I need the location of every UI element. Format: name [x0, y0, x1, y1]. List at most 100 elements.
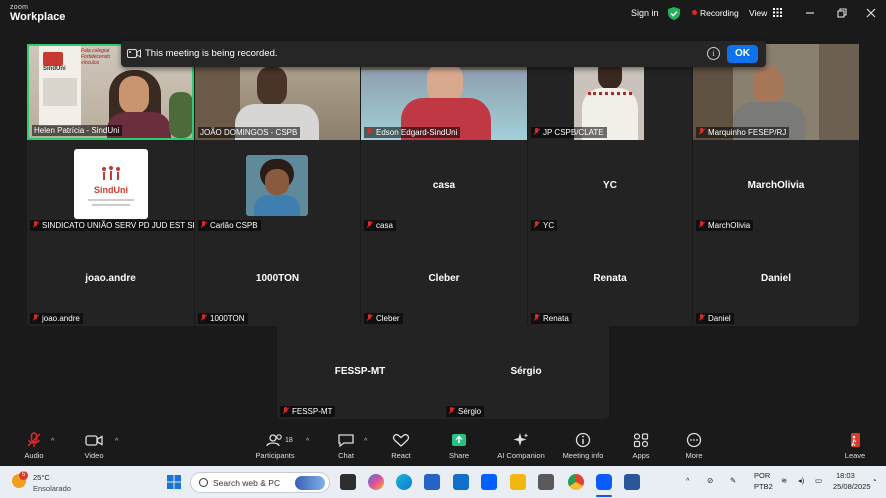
close-icon[interactable]: [864, 6, 878, 20]
participant-tile-carlao[interactable]: Carlão CSPB: [195, 140, 360, 233]
app-icon[interactable]: [538, 474, 554, 490]
participants-caret-icon[interactable]: ^: [306, 438, 309, 445]
apps-button[interactable]: Apps: [630, 432, 652, 460]
poster-brand: SindUni: [43, 66, 66, 72]
participant-tile-cleber[interactable]: Cleber Cleber: [361, 233, 527, 326]
zoom-app-icon[interactable]: [596, 474, 612, 490]
edge-browser-icon[interactable]: [396, 474, 412, 490]
view-label: View: [749, 8, 768, 18]
poster-photo: [43, 78, 77, 106]
video-camera-icon: [85, 435, 103, 446]
participant-name: Sérgio: [458, 407, 482, 416]
file-explorer-icon[interactable]: [510, 474, 526, 490]
participant-name-label: SINDICATO UNIÃO SERV PD JUD EST SP: [30, 220, 194, 231]
avatar-fine-print-2: [92, 204, 130, 206]
weather-temperature: 25°C: [33, 473, 50, 482]
participant-tile-1000ton[interactable]: 1000TON 1000TON: [195, 233, 360, 326]
shield-check-icon[interactable]: [668, 7, 680, 20]
participant-name-label: Carlão CSPB: [198, 220, 261, 231]
participant-name: SINDICATO UNIÃO SERV PD JUD EST SP: [42, 221, 194, 230]
audio-options-caret-icon[interactable]: ^: [51, 438, 54, 445]
restore-icon[interactable]: [835, 6, 849, 20]
tray-overflow-icon[interactable]: ^: [686, 476, 690, 485]
search-highlight-image: [295, 476, 325, 490]
zoom-workplace-logo: zoom Workplace: [10, 4, 65, 23]
sinduni-banner-poster: SindUni: [39, 46, 81, 126]
clock-date[interactable]: 25/08/2025: [833, 482, 871, 491]
pen-icon[interactable]: ✎: [730, 476, 736, 485]
network-off-icon[interactable]: ⊘: [707, 476, 713, 485]
mic-muted-icon: [366, 128, 373, 136]
heart-icon: [392, 434, 410, 447]
view-button[interactable]: View: [749, 8, 782, 18]
participants-label: Participants: [255, 451, 295, 460]
participant-display-name: joao.andre: [85, 273, 136, 284]
sign-in-button[interactable]: Sign in: [631, 8, 659, 18]
participant-tile-fessp-mt[interactable]: FESSP-MT FESSP-MT: [277, 326, 443, 419]
person-face: [119, 76, 149, 114]
mic-muted-icon: [698, 314, 705, 322]
participant-name-label: MarchOlivia: [696, 220, 754, 231]
taskbar-search-box[interactable]: Search web & PC: [190, 472, 330, 493]
chrome-icon[interactable]: [568, 474, 584, 490]
react-button[interactable]: React: [390, 432, 412, 460]
participants-count: 18: [285, 437, 293, 444]
mic-muted-icon: [200, 221, 207, 229]
brand-name: Workplace: [10, 11, 66, 23]
audio-button[interactable]: Audio: [20, 432, 48, 460]
participant-name-label: 1000TON: [198, 313, 248, 324]
recording-indicator[interactable]: Recording: [692, 8, 739, 18]
meeting-info-button[interactable]: Meeting info: [560, 432, 606, 460]
more-button[interactable]: More: [683, 432, 705, 460]
mic-muted-icon: [698, 128, 705, 136]
participant-tile-casa[interactable]: casa casa: [361, 140, 527, 233]
wifi-icon[interactable]: ≋: [781, 476, 787, 485]
mic-muted-icon: [366, 221, 373, 229]
weather-badge: 5: [19, 471, 28, 480]
notification-bell-icon[interactable]: ◔: [872, 476, 877, 485]
mail-icon[interactable]: [453, 474, 469, 490]
share-label: Share: [448, 451, 469, 460]
language-indicator[interactable]: POR: [754, 471, 770, 480]
chat-button[interactable]: Chat: [335, 432, 357, 460]
participant-tile-yc[interactable]: YC YC: [528, 140, 692, 233]
battery-icon[interactable]: ▭: [815, 476, 822, 485]
video-label: Video: [84, 451, 104, 460]
apps-grid-icon: [633, 433, 649, 448]
windows-start-icon[interactable]: [167, 475, 181, 489]
chat-caret-icon[interactable]: ^: [364, 438, 367, 445]
keyboard-layout-indicator[interactable]: PTB2: [754, 482, 773, 491]
participant-name-label: Sérgio: [446, 406, 485, 417]
participant-name: YC: [543, 221, 555, 230]
sinduni-logo-icon: [102, 166, 120, 180]
avatar-shirt: [254, 195, 300, 216]
ai-companion-button[interactable]: AI Companion: [494, 432, 548, 460]
word-icon[interactable]: [624, 474, 640, 490]
participant-tile-sergio[interactable]: Sérgio Sérgio: [443, 326, 609, 419]
mic-muted-icon: [533, 221, 540, 229]
info-icon[interactable]: i: [707, 47, 720, 60]
participant-tile-sindicato[interactable]: SindUni SINDICATO UNIÃO SERV PD JUD EST …: [27, 140, 194, 233]
participant-display-name: casa: [432, 180, 456, 191]
share-button[interactable]: Share: [447, 432, 471, 460]
participant-tile-marcholivia[interactable]: MarchOlivia MarchOlivia: [693, 140, 859, 233]
video-button[interactable]: Video: [82, 432, 106, 460]
participant-name: FESSP-MT: [292, 407, 333, 416]
participant-name-label: Cleber: [364, 313, 403, 324]
participant-tile-daniel[interactable]: Daniel Daniel: [693, 233, 859, 326]
video-options-caret-icon[interactable]: ^: [115, 438, 118, 445]
participant-tile-renata[interactable]: Renata Renata: [528, 233, 692, 326]
clock-time[interactable]: 18:03: [836, 471, 855, 480]
dropbox-icon[interactable]: [481, 474, 497, 490]
leave-button[interactable]: Leave: [843, 432, 867, 460]
volume-icon[interactable]: ◂): [798, 476, 804, 485]
leave-label: Leave: [844, 451, 866, 460]
copilot-icon[interactable]: [368, 474, 384, 490]
minimize-icon[interactable]: [803, 6, 817, 20]
store-icon[interactable]: [424, 474, 440, 490]
ok-button[interactable]: OK: [727, 45, 758, 63]
task-view-icon[interactable]: [340, 474, 356, 490]
audio-label: Audio: [24, 451, 44, 460]
leave-door-icon: [851, 433, 860, 447]
participant-tile-joao-andre[interactable]: joao.andre joao.andre: [27, 233, 194, 326]
